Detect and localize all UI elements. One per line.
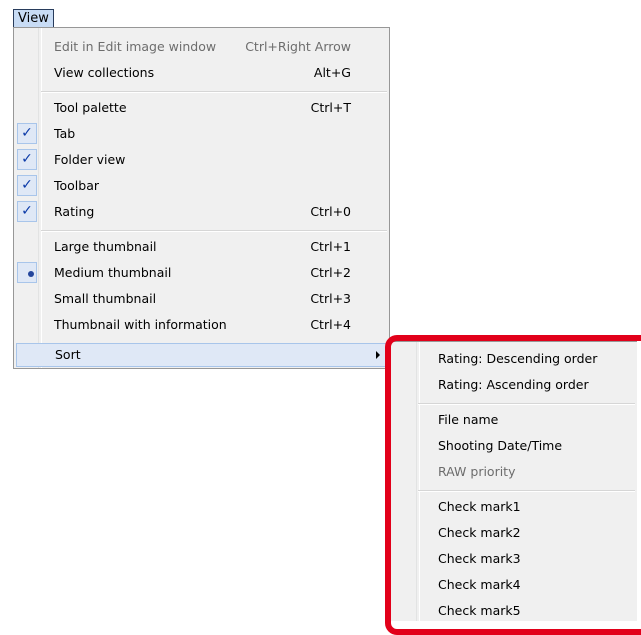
menu-item-view-collections[interactable]: View collections Alt+G	[14, 60, 389, 86]
menu-item-small-thumbnail[interactable]: Small thumbnail Ctrl+3	[14, 286, 389, 312]
menu-item-shortcut: Ctrl+T	[310, 100, 351, 115]
menu-item-label: View collections	[54, 65, 155, 80]
check-icon: ✓	[17, 123, 37, 144]
menu-item-label: Sort	[55, 347, 81, 362]
menu-item-rating[interactable]: ✓ Rating Ctrl+0	[14, 199, 389, 225]
menu-item-label: Folder view	[54, 152, 126, 167]
check-icon: ✓	[17, 175, 37, 196]
menu-item-label: Toolbar	[54, 178, 100, 193]
menu-item-label: Large thumbnail	[54, 239, 157, 254]
menu-item-shortcut: Ctrl+1	[310, 239, 351, 254]
menu-item-label: Tool palette	[54, 100, 127, 115]
menu-item-shortcut: Ctrl+2	[310, 265, 351, 280]
menu-separator	[41, 230, 387, 232]
menu-item-label: Tab	[54, 126, 76, 141]
menu-item-label: Medium thumbnail	[54, 265, 172, 280]
menu-separator	[41, 91, 387, 93]
radio-dot-icon	[28, 271, 34, 277]
menu-item-toolbar[interactable]: ✓ Toolbar	[14, 173, 389, 199]
view-menu: Edit in Edit image window Ctrl+Right Arr…	[13, 27, 390, 347]
menubar-view-tab[interactable]: View	[13, 9, 54, 27]
check-icon: ✓	[17, 201, 37, 222]
menu-item-shortcut: Ctrl+0	[310, 204, 351, 219]
menu-item-edit-in-edit-image-window: Edit in Edit image window Ctrl+Right Arr…	[14, 34, 389, 60]
menu-item-medium-thumbnail[interactable]: Medium thumbnail Ctrl+2	[14, 260, 389, 286]
menu-item-label: Small thumbnail	[54, 291, 157, 306]
radio-selected-icon	[17, 262, 37, 283]
highlight-annotation-frame	[385, 335, 641, 635]
menu-item-sort[interactable]: Sort	[16, 343, 387, 367]
menu-item-shortcut: Ctrl+Right Arrow	[245, 39, 351, 54]
menu-item-label: Rating	[54, 204, 95, 219]
menu-item-tool-palette[interactable]: Tool palette Ctrl+T	[14, 95, 389, 121]
menu-item-tab[interactable]: ✓ Tab	[14, 121, 389, 147]
view-menu-sort-row: Sort	[13, 343, 390, 369]
menu-item-label: Thumbnail with information	[54, 317, 227, 332]
menu-item-folder-view[interactable]: ✓ Folder view	[14, 147, 389, 173]
menu-item-shortcut: Ctrl+3	[310, 291, 351, 306]
menu-item-label: Edit in Edit image window	[54, 39, 217, 54]
menu-item-large-thumbnail[interactable]: Large thumbnail Ctrl+1	[14, 234, 389, 260]
check-icon: ✓	[17, 149, 37, 170]
submenu-arrow-icon	[376, 351, 380, 359]
menu-item-shortcut: Alt+G	[313, 65, 351, 80]
menu-item-shortcut: Ctrl+4	[310, 317, 351, 332]
menu-item-thumbnail-with-information[interactable]: Thumbnail with information Ctrl+4	[14, 312, 389, 338]
